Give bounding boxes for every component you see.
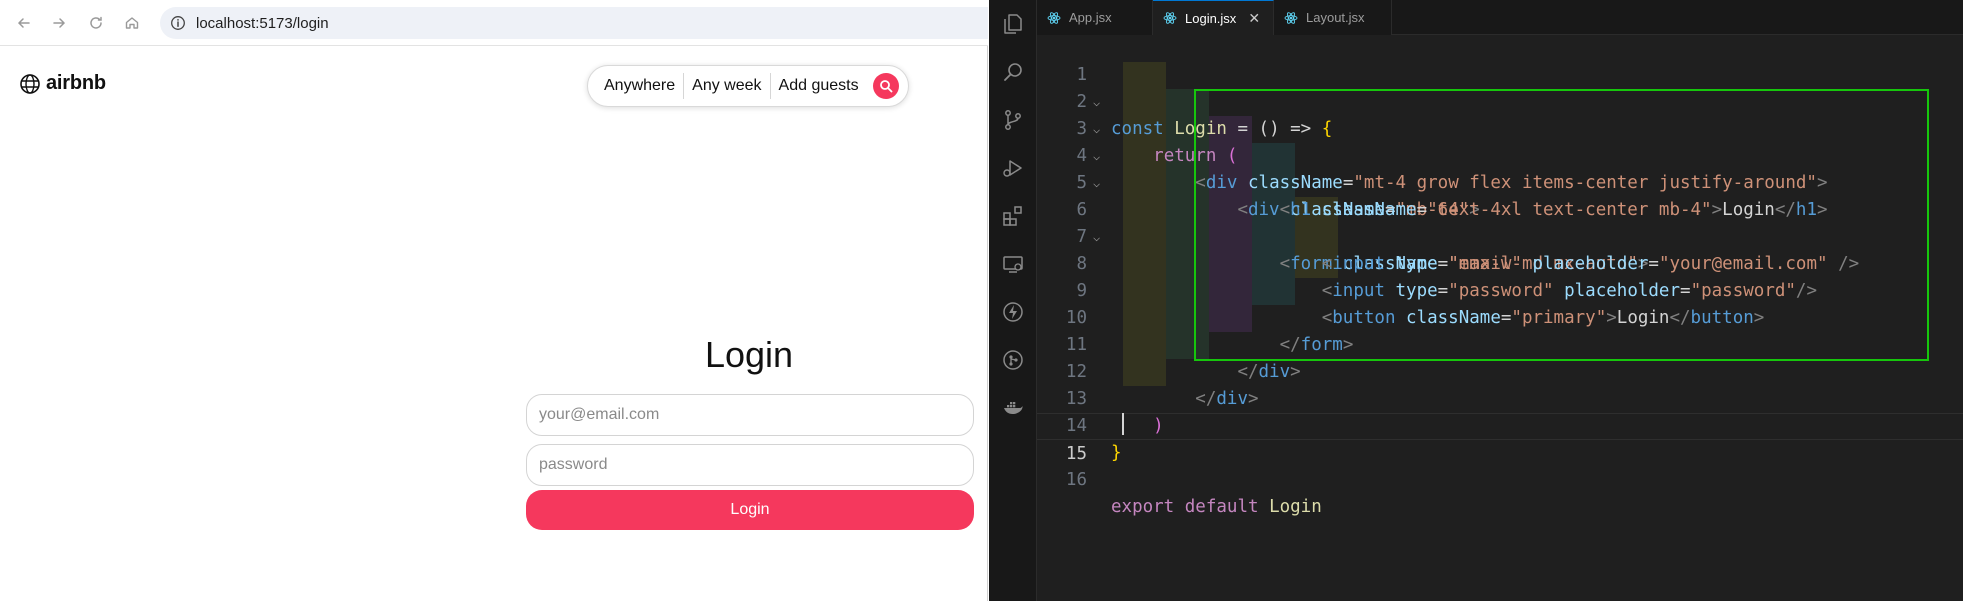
- code-line: 9 <button className="primary">Login</but…: [1037, 251, 1963, 328]
- search-add-guests[interactable]: Add guests: [771, 77, 867, 95]
- activity-bar: [989, 0, 1037, 601]
- code-line: 14 }: [1037, 386, 1963, 463]
- browser-window: localhost:5173/login airbnb Anywhere Any…: [0, 0, 988, 601]
- code-token: Login: [1269, 497, 1322, 517]
- editor-tabs: App.jsx Login.jsx ✕ Layout.jsx: [1037, 0, 1963, 35]
- forward-button[interactable]: [47, 11, 71, 35]
- react-icon: [1284, 11, 1298, 24]
- git-graph-icon[interactable]: [1001, 348, 1025, 372]
- logo-text: airbnb: [46, 72, 106, 94]
- home-button[interactable]: [120, 11, 144, 35]
- docker-icon[interactable]: [1001, 396, 1025, 420]
- site-info-icon[interactable]: [170, 15, 186, 31]
- code-line: 2 ⌵ return (: [1037, 62, 1963, 166]
- search-icon: [879, 80, 892, 93]
- extensions-icon[interactable]: [1001, 204, 1025, 228]
- react-icon: [1047, 11, 1061, 24]
- tab-label: Login.jsx: [1185, 10, 1237, 26]
- source-control-icon[interactable]: [1001, 108, 1025, 132]
- globe-icon: [20, 73, 40, 94]
- code-line: 13 ): [1037, 359, 1963, 436]
- code-editor: App.jsx Login.jsx ✕ Layout.jsx 1 ⌵ const…: [989, 0, 1963, 601]
- tab-layout-jsx[interactable]: Layout.jsx: [1274, 0, 1392, 35]
- search-anywhere[interactable]: Anywhere: [604, 77, 683, 95]
- search-button[interactable]: [872, 73, 899, 99]
- code-line: 10 </form>: [1037, 278, 1963, 355]
- reload-button[interactable]: [84, 11, 108, 35]
- code-line: 1 ⌵ const Login = () => {: [1037, 35, 1963, 139]
- back-button[interactable]: [12, 11, 36, 35]
- login-button[interactable]: Login: [526, 490, 974, 530]
- arrow-right-icon: [53, 18, 66, 28]
- url-text: localhost:5173/login: [196, 14, 329, 32]
- search-bar[interactable]: Anywhere Any week Add guests: [587, 65, 909, 107]
- explorer-icon[interactable]: [1001, 12, 1025, 36]
- lightning-icon[interactable]: [1001, 300, 1025, 324]
- code-line: 16 export default Login: [1037, 440, 1963, 517]
- tab-login-jsx[interactable]: Login.jsx ✕: [1153, 0, 1274, 35]
- arrow-left-icon: [17, 18, 30, 28]
- password-field[interactable]: [526, 444, 974, 486]
- close-icon[interactable]: ✕: [1248, 10, 1260, 27]
- code-line: 11 </div>: [1037, 305, 1963, 382]
- browser-toolbar: localhost:5173/login: [0, 0, 988, 46]
- email-field[interactable]: [526, 394, 974, 436]
- code-line: 8 <input type="password" placeholder="pa…: [1037, 224, 1963, 301]
- page-title: Login: [704, 334, 794, 375]
- reload-icon: [90, 16, 102, 29]
- home-icon: [125, 17, 139, 29]
- search-any-week[interactable]: Any week: [684, 77, 769, 95]
- code-line: 4 ⌵ <div className="mb-64">: [1037, 116, 1963, 220]
- tab-label: App.jsx: [1069, 10, 1112, 25]
- code-line: 6 ⌵ <form className="max-w-md mx-auto">: [1037, 170, 1963, 274]
- tab-app-jsx[interactable]: App.jsx: [1037, 0, 1153, 35]
- code-line: 12 </div>: [1037, 332, 1963, 409]
- code-area[interactable]: 1 ⌵ const Login = () => { 2 ⌵ return ( 3…: [1037, 35, 1963, 601]
- airbnb-logo[interactable]: airbnb: [19, 72, 106, 95]
- code-line: 5 <h1 className="text-4xl text-center mb…: [1037, 143, 1963, 220]
- text-cursor: [1122, 413, 1124, 435]
- tab-label: Layout.jsx: [1306, 10, 1365, 25]
- run-debug-icon[interactable]: [1001, 156, 1025, 180]
- remote-explorer-icon[interactable]: [1001, 252, 1025, 276]
- line-number: 16: [1065, 470, 1087, 490]
- code-line: 7 <input type="email" placeholder="your@…: [1037, 197, 1963, 274]
- address-bar[interactable]: localhost:5173/login: [160, 7, 988, 39]
- search-icon[interactable]: [1001, 60, 1025, 84]
- react-icon: [1163, 12, 1177, 24]
- code-line: 3 ⌵ <div className="mt-4 grow flex items…: [1037, 89, 1963, 193]
- code-token: export: [1111, 497, 1175, 517]
- code-token: default: [1184, 497, 1259, 517]
- code-line-current: 15: [1037, 413, 1963, 464]
